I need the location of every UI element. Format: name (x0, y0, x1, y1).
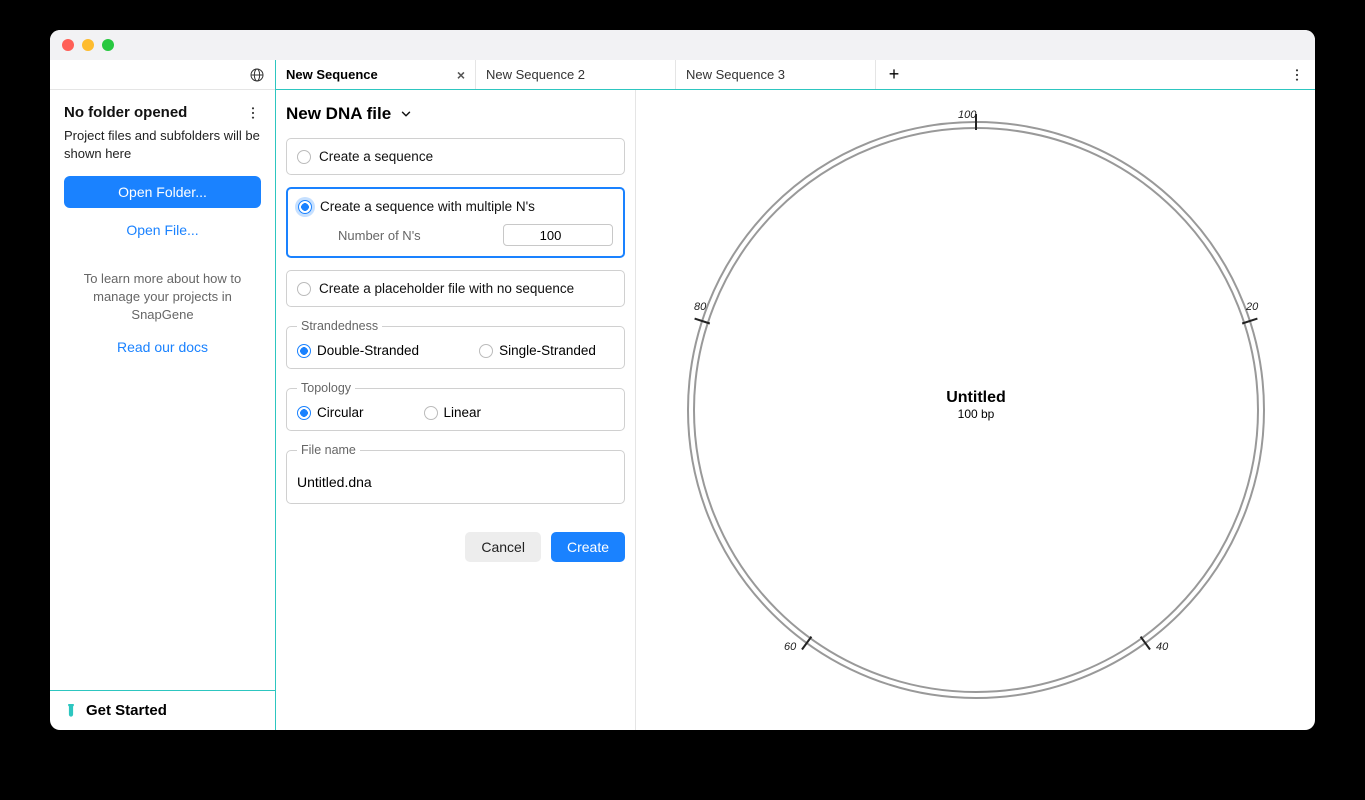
plasmid-svg: Untitled 100 bp 100 20 40 60 80 (666, 100, 1286, 720)
sidebar-title: No folder opened (64, 104, 187, 121)
page-title-text: New DNA file (286, 104, 391, 124)
n-count-label: Number of N's (338, 228, 493, 243)
radio-label: Linear (444, 405, 482, 420)
add-tab-button[interactable]: + (876, 60, 912, 89)
radio-icon (479, 344, 493, 358)
sidebar-footer[interactable]: Get Started (50, 690, 275, 730)
sidebar: No folder opened Project files and subfo… (50, 60, 276, 730)
file-name-input[interactable] (297, 471, 614, 493)
plasmid-subtitle: 100 bp (957, 407, 994, 421)
plasmid-title: Untitled (946, 389, 1006, 406)
tube-icon (64, 702, 78, 720)
option-label: Create a sequence with multiple N's (320, 199, 613, 214)
option-label: Create a placeholder file with no sequen… (319, 281, 614, 296)
more-vertical-icon[interactable] (245, 105, 261, 121)
tab-new-sequence[interactable]: New Sequence × (276, 60, 476, 89)
sidebar-help-text: To learn more about how to manage your p… (64, 270, 261, 325)
tick-label: 60 (784, 641, 797, 653)
strandedness-legend: Strandedness (297, 319, 382, 333)
radio-label: Double-Stranded (317, 343, 419, 358)
app-window: No folder opened Project files and subfo… (50, 30, 1315, 730)
radio-icon (298, 200, 312, 214)
radio-icon (424, 406, 438, 420)
page-title[interactable]: New DNA file (286, 104, 625, 124)
more-vertical-icon (1289, 67, 1305, 83)
radio-icon (297, 406, 311, 420)
sidebar-description: Project files and subfolders will be sho… (64, 127, 261, 162)
topology-legend: Topology (297, 381, 355, 395)
tab-label: New Sequence 2 (486, 67, 585, 82)
tick-label: 80 (694, 301, 707, 313)
tab-new-sequence-3[interactable]: New Sequence 3 (676, 60, 876, 89)
chevron-down-icon (399, 107, 413, 121)
radio-double-stranded[interactable]: Double-Stranded (297, 343, 419, 358)
tab-label: New Sequence (286, 67, 378, 82)
sidebar-top-bar (50, 60, 275, 90)
tab-menu-button[interactable] (1279, 60, 1315, 89)
tick-label: 100 (958, 109, 977, 121)
main-area: New Sequence × New Sequence 2 New Sequen… (276, 60, 1315, 730)
read-docs-link[interactable]: Read our docs (64, 339, 261, 355)
n-count-input[interactable] (503, 224, 613, 246)
radio-icon (297, 282, 311, 296)
form-panel: New DNA file Create a sequence (276, 90, 636, 730)
tab-label: New Sequence 3 (686, 67, 785, 82)
radio-label: Single-Stranded (499, 343, 596, 358)
radio-single-stranded[interactable]: Single-Stranded (479, 343, 596, 358)
get-started-label: Get Started (86, 702, 167, 719)
open-folder-button[interactable]: Open Folder... (64, 176, 261, 208)
tab-bar: New Sequence × New Sequence 2 New Sequen… (276, 60, 1315, 90)
window-close-button[interactable] (62, 39, 74, 51)
radio-label: Circular (317, 405, 364, 420)
option-create-with-n[interactable]: Create a sequence with multiple N's Numb… (286, 187, 625, 258)
close-icon[interactable]: × (457, 67, 465, 83)
window-maximize-button[interactable] (102, 39, 114, 51)
option-label: Create a sequence (319, 149, 614, 164)
globe-icon[interactable] (249, 67, 265, 83)
plasmid-view: Untitled 100 bp 100 20 40 60 80 (636, 90, 1315, 730)
window-minimize-button[interactable] (82, 39, 94, 51)
strandedness-group: Strandedness Double-Stranded Single-Stra… (286, 319, 625, 369)
tab-new-sequence-2[interactable]: New Sequence 2 (476, 60, 676, 89)
radio-icon (297, 150, 311, 164)
cancel-button[interactable]: Cancel (465, 532, 541, 562)
option-create-placeholder[interactable]: Create a placeholder file with no sequen… (286, 270, 625, 307)
radio-icon (297, 344, 311, 358)
tick-label: 20 (1245, 301, 1259, 313)
radio-circular[interactable]: Circular (297, 405, 364, 420)
radio-linear[interactable]: Linear (424, 405, 482, 420)
option-create-sequence[interactable]: Create a sequence (286, 138, 625, 175)
file-name-group: File name (286, 443, 625, 504)
topology-group: Topology Circular Linear (286, 381, 625, 431)
tick-label: 40 (1156, 641, 1169, 653)
create-button[interactable]: Create (551, 532, 625, 562)
file-name-legend: File name (297, 443, 360, 457)
titlebar (50, 30, 1315, 60)
open-file-link[interactable]: Open File... (64, 222, 261, 238)
